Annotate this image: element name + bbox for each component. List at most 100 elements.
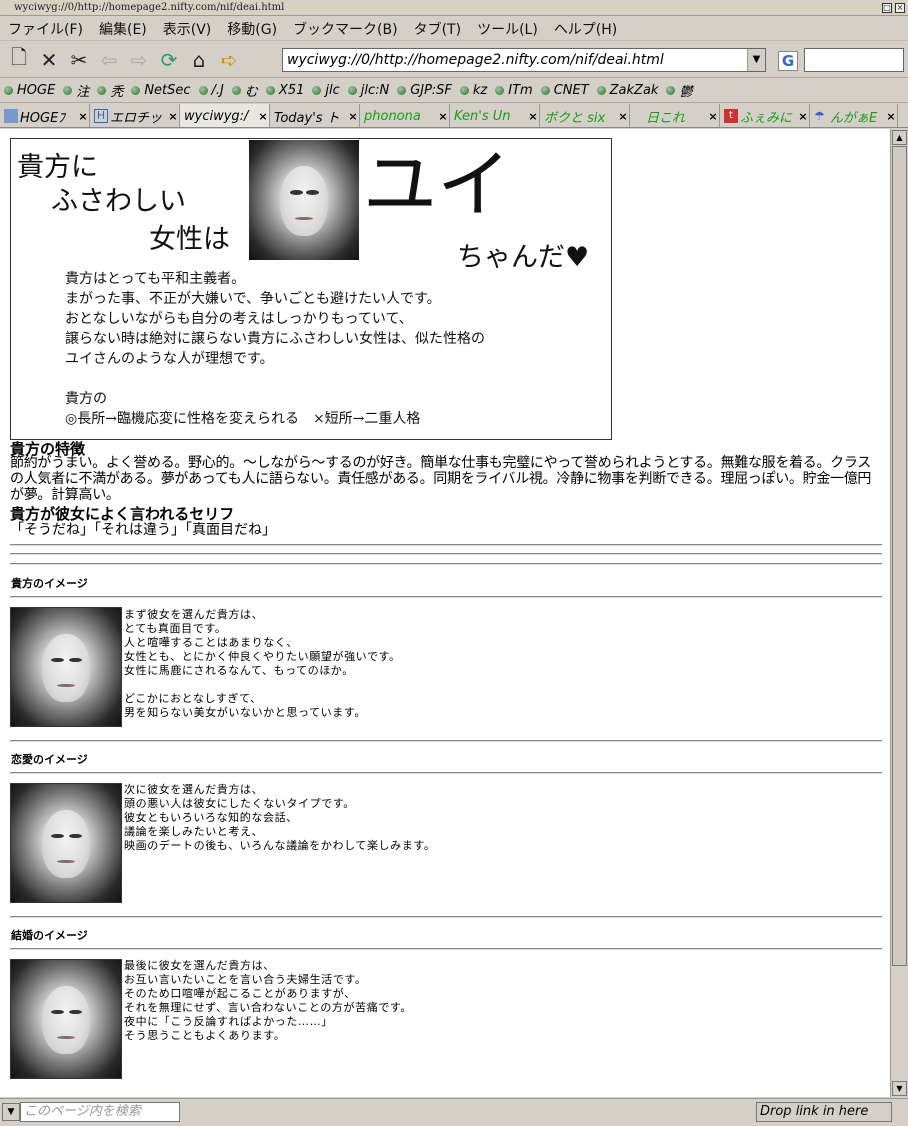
stop-icon[interactable]: ✕ (34, 45, 64, 75)
bookmark-item[interactable]: /.J (198, 83, 224, 98)
tab-todays[interactable]: Today's ト × (270, 104, 360, 127)
traits-body: 節約がうまい。よく誉める。野心的。～しながら～するのが好き。簡単な仕事も完璧にや… (10, 455, 872, 503)
bookmark-item[interactable]: jlc (312, 83, 340, 98)
menu-file[interactable]: ファイル(F) (8, 19, 83, 39)
bookmark-icon (495, 86, 505, 95)
bookmark-item[interactable]: 鬱 (666, 81, 692, 100)
menu-go[interactable]: 移動(G) (227, 19, 277, 39)
url-dropdown-icon[interactable]: ▼ (747, 49, 765, 71)
tab-close-icon[interactable]: × (77, 110, 89, 123)
find-dropdown-icon[interactable]: ▼ (2, 1103, 20, 1121)
bookmarks-toolbar: HOGE 注 秃 NetSec /.J む X51 jlc jlc:N GJP:… (0, 79, 908, 103)
divider (10, 916, 882, 918)
find-input[interactable]: このページ内を検索 (20, 1102, 180, 1122)
bookmark-icon (459, 86, 469, 95)
bookmark-item[interactable]: 秃 (97, 81, 123, 100)
tab-bokuto[interactable]: ボクと six × (540, 104, 630, 127)
tab-kens[interactable]: Ken's Un × (450, 104, 540, 127)
divider (10, 563, 882, 565)
url-field[interactable]: wyciwyg://0/http://homepage2.nifty.com/n… (282, 48, 766, 72)
bookmark-icon (596, 86, 606, 95)
divider (10, 596, 882, 598)
tab-ngaa[interactable]: ☂ んがぁE × (810, 104, 898, 127)
tab-close-icon[interactable]: × (797, 110, 809, 123)
section-text: 最後に彼女を選んだ貴方は、 お互い言いたいことを言い合う夫婦生活です。 そのため… (124, 959, 413, 1042)
search-field[interactable] (804, 48, 904, 72)
tab-close-icon[interactable]: × (707, 110, 719, 123)
google-search-icon[interactable]: G (778, 51, 798, 71)
bookmark-item[interactable]: ITm (495, 83, 533, 98)
tab-close-icon[interactable]: × (617, 110, 629, 123)
bookmark-item[interactable]: む (231, 81, 258, 100)
tab-phonona[interactable]: phonona × (360, 104, 450, 127)
tab-close-icon[interactable]: × (527, 110, 539, 123)
tab-close-icon[interactable]: × (437, 110, 449, 123)
headline-line2: ふさわしい (51, 186, 186, 217)
go-icon[interactable]: ➪ (214, 45, 244, 75)
tab-close-icon[interactable]: × (167, 110, 179, 123)
tab-wyciwyg[interactable]: wyciwyg:/× (180, 104, 270, 127)
serif-body: 「そうだね」「それは違う」「真面目だね」 (10, 522, 276, 538)
divider (10, 948, 882, 950)
umbrella-icon: ☂ (814, 109, 825, 123)
menu-edit[interactable]: 編集(E) (99, 19, 147, 39)
scroll-down-icon[interactable]: ▼ (892, 1081, 907, 1096)
bookmark-item[interactable]: ZakZak (596, 83, 658, 98)
section-text: 次に彼女を選んだ貴方は、 頭の悪い人は彼女にしたくないタイプです。 彼女ともいろ… (124, 783, 436, 852)
back-icon[interactable]: ⇦ (94, 45, 124, 75)
bookmark-icon (397, 86, 407, 95)
vertical-scrollbar[interactable]: ▲ ▼ (890, 129, 908, 1097)
menu-view[interactable]: 表示(V) (163, 19, 212, 39)
heroine-name: ユイ (363, 142, 511, 228)
yui-photo (249, 140, 359, 260)
h-icon: H (94, 109, 108, 123)
tab-hoge[interactable]: HOGEﾌ × (0, 104, 90, 127)
close-window-icon[interactable]: × (895, 3, 905, 13)
bookmark-item[interactable]: GJP:SF (397, 83, 452, 98)
headline-line3: 女性は (149, 224, 230, 255)
section-title: 恋愛のイメージ (11, 753, 88, 766)
home-icon[interactable]: ⌂ (184, 45, 214, 75)
new-page-icon[interactable]: 🗋 (4, 45, 34, 75)
section-title: 結婚のイメージ (11, 929, 88, 942)
tab-close-icon[interactable]: × (347, 110, 359, 123)
forward-icon[interactable]: ⇨ (124, 45, 154, 75)
star-icon (4, 109, 18, 123)
tab-femini[interactable]: t ふぇみに × (720, 104, 810, 127)
tab-erotic[interactable]: H エロチッ × (90, 104, 180, 127)
bookmark-item[interactable]: NetSec (131, 83, 191, 98)
tab-bar: HOGEﾌ × H エロチッ × wyciwyg:/× Today's ト × phon… (0, 104, 908, 128)
navigation-toolbar: 🗋 ✕ ✂ ⇦ ⇨ ⟳ ⌂ ➪ wyciwyg://0/http://homep… (0, 42, 908, 78)
bookmark-icon (666, 86, 676, 95)
bookmark-item[interactable]: jlc:N (347, 83, 389, 98)
reload-icon[interactable]: ⟳ (154, 45, 184, 75)
tab-close-icon[interactable]: × (885, 110, 897, 123)
bookmark-icon (63, 86, 73, 95)
tools-icon[interactable]: ✂ (64, 45, 94, 75)
card-description: 貴方はとっても平和主義者。 まがった事、不正が大嫌いで、争いごとも避けたい人です… (65, 271, 485, 427)
tab-close-icon[interactable]: × (257, 110, 269, 123)
bookmark-item[interactable]: X51 (265, 83, 304, 98)
menu-tools[interactable]: ツール(L) (477, 19, 538, 39)
section-photo (10, 607, 122, 727)
section-text: まず彼女を選んだ貴方は、 とても真面目です。 人と喧嘩することはあまりなく、 女… (124, 608, 401, 719)
title-bar: wyciwyg://0/http://homepage2.nifty.com/n… (0, 0, 908, 16)
menu-bookmarks[interactable]: ブックマーク(B) (293, 19, 398, 39)
bookmark-item[interactable]: kz (459, 83, 487, 98)
tab-nikkore[interactable]: 日これ × (630, 104, 720, 127)
menu-help[interactable]: ヘルプ(H) (554, 19, 617, 39)
scroll-up-icon[interactable]: ▲ (892, 130, 907, 145)
scroll-thumb[interactable] (892, 146, 907, 966)
restore-icon[interactable]: □ (882, 3, 892, 13)
bookmark-item[interactable]: 注 (63, 81, 89, 100)
drop-link-area[interactable]: Drop link in here (756, 1102, 892, 1122)
window-title: wyciwyg://0/http://homepage2.nifty.com/n… (14, 2, 285, 13)
bookmark-icon (4, 86, 13, 95)
browser-window: wyciwyg://0/http://homepage2.nifty.com/n… (0, 0, 908, 1126)
bookmark-icon (198, 86, 208, 95)
bookmark-item[interactable]: CNET (540, 83, 589, 98)
bookmark-item[interactable]: HOGE (4, 83, 55, 98)
t-icon: t (724, 109, 738, 123)
section-photo (10, 783, 122, 903)
menu-tabs[interactable]: タブ(T) (414, 19, 461, 39)
